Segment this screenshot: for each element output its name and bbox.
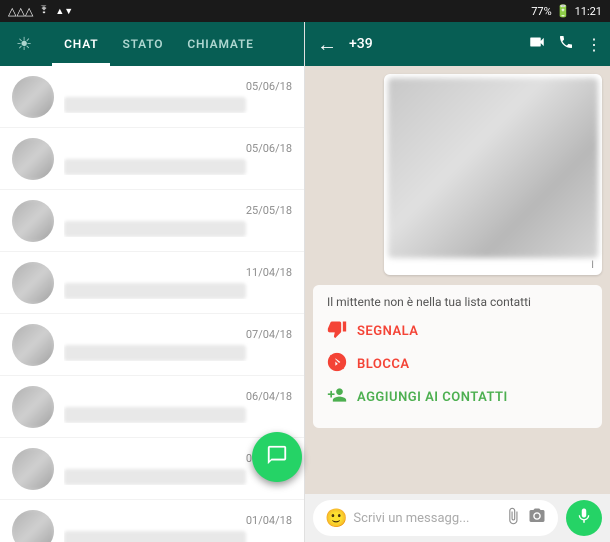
- mic-icon: [575, 507, 593, 530]
- chat-preview: [64, 531, 246, 542]
- chat-date: 11/04/18: [246, 266, 292, 279]
- chat-info: 05/06/18: [64, 142, 292, 175]
- chat-info: 25/05/18: [64, 204, 292, 237]
- chat-list-item[interactable]: 06/04/18: [0, 376, 304, 438]
- video-call-icon[interactable]: [528, 33, 546, 55]
- emoji-button[interactable]: 🙂: [325, 508, 347, 529]
- avatar: [12, 386, 54, 428]
- chat-list-item[interactable]: 05/06/18: [0, 128, 304, 190]
- new-chat-icon: [266, 444, 288, 471]
- avatar: [12, 138, 54, 180]
- time-display: 11:21: [575, 5, 602, 18]
- chat-preview: [64, 159, 246, 175]
- chat-info: 11/04/18: [64, 266, 292, 299]
- left-panel: ☀ CHAT STATO CHIAMATE 05/06/18: [0, 22, 305, 542]
- add-contact-icon: [327, 385, 347, 410]
- message-time: I: [388, 258, 598, 271]
- left-tabs: CHAT STATO CHIAMATE: [52, 22, 288, 66]
- wifi-icon: [37, 5, 51, 18]
- chat-info: 05/06/18: [64, 80, 292, 113]
- chat-date: 01/04/18: [246, 514, 292, 527]
- main-content: ☀ CHAT STATO CHIAMATE 05/06/18: [0, 22, 610, 542]
- battery-icon: 🔋: [556, 4, 571, 18]
- chat-date: 05/06/18: [246, 80, 292, 93]
- chat-info: 07/04/18: [64, 328, 292, 361]
- tab-chat[interactable]: CHAT: [52, 22, 110, 66]
- status-bar: △△△ ▲▼ 77% 🔋 11:21: [0, 0, 610, 22]
- mic-button[interactable]: [566, 500, 602, 536]
- back-button[interactable]: ←: [313, 28, 341, 61]
- chat-list-item[interactable]: 01/04/18: [0, 500, 304, 542]
- chat-name-row: 05/06/18: [64, 142, 292, 155]
- chat-list-item[interactable]: 07/04/18: [0, 314, 304, 376]
- chat-info: 01/04/18: [64, 514, 292, 542]
- chat-name-row: 07/04/18: [64, 328, 292, 341]
- chat-date: 05/06/18: [246, 142, 292, 155]
- unknown-notice-text: Il mittente non è nella tua lista contat…: [327, 295, 588, 309]
- chat-list-item[interactable]: 05/06/18: [0, 66, 304, 128]
- chat-info: 06/04/18: [64, 390, 292, 423]
- message-input-bar: 🙂 Scrivi un messagg...: [305, 494, 610, 542]
- contact-number[interactable]: +39: [349, 36, 520, 52]
- unknown-contact-notice: Il mittente non è nella tua lista contat…: [313, 285, 602, 428]
- chat-preview: [64, 221, 246, 237]
- chat-date: 06/04/18: [246, 390, 292, 403]
- chat-name-row: 06/04/18: [64, 390, 292, 403]
- topbar-icons: ⋮: [528, 33, 602, 55]
- image-message: I: [384, 74, 602, 275]
- block-icon: [327, 352, 347, 377]
- chat-preview: [64, 469, 246, 485]
- fab-container: [252, 432, 302, 482]
- message-input-field[interactable]: 🙂 Scrivi un messagg...: [313, 500, 558, 536]
- arrow-icon: ▲▼: [55, 6, 73, 17]
- chat-list-item[interactable]: 11/04/18: [0, 252, 304, 314]
- tab-chiamate[interactable]: CHIAMATE: [175, 22, 265, 66]
- block-label: BLOCCA: [357, 357, 410, 372]
- report-action[interactable]: SEGNALA: [327, 319, 588, 344]
- chat-preview: [64, 407, 246, 423]
- voice-call-icon[interactable]: [558, 34, 574, 54]
- chat-list-item[interactable]: 25/05/18: [0, 190, 304, 252]
- report-label: SEGNALA: [357, 324, 418, 339]
- block-action[interactable]: BLOCCA: [327, 352, 588, 377]
- status-left: △△△ ▲▼: [8, 5, 73, 18]
- tab-stato[interactable]: STATO: [110, 22, 175, 66]
- avatar: [12, 448, 54, 490]
- new-chat-fab[interactable]: [252, 432, 302, 482]
- right-panel: ← +39 ⋮ I: [305, 22, 610, 542]
- avatar: [12, 200, 54, 242]
- add-contact-label: AGGIUNGI AI CONTATTI: [357, 390, 508, 405]
- camera-icon[interactable]: ☀: [16, 34, 32, 55]
- left-topbar: ☀ CHAT STATO CHIAMATE: [0, 22, 304, 66]
- chat-area: I Il mittente non è nella tua lista cont…: [305, 66, 610, 494]
- chat-name-row: 01/04/18: [64, 514, 292, 527]
- add-contact-action[interactable]: AGGIUNGI AI CONTATTI: [327, 385, 588, 410]
- battery-percentage: 77%: [531, 5, 551, 18]
- chat-preview: [64, 345, 246, 361]
- chat-preview: [64, 97, 246, 113]
- report-icon: [327, 319, 347, 344]
- chat-name-row: 05/06/18: [64, 80, 292, 93]
- message-image: [388, 78, 598, 258]
- chat-date: 07/04/18: [246, 328, 292, 341]
- chat-name-row: 11/04/18: [64, 266, 292, 279]
- avatar: [12, 324, 54, 366]
- avatar: [12, 262, 54, 304]
- avatar: [12, 76, 54, 118]
- input-placeholder-text: Scrivi un messagg...: [353, 511, 498, 526]
- right-topbar: ← +39 ⋮: [305, 22, 610, 66]
- more-options-icon[interactable]: ⋮: [586, 35, 602, 54]
- chat-name-row: 25/05/18: [64, 204, 292, 217]
- signal-icon: △△△: [8, 5, 33, 18]
- avatar: [12, 510, 54, 542]
- status-right: 77% 🔋 11:21: [531, 4, 602, 18]
- chat-preview: [64, 283, 246, 299]
- camera-input-icon[interactable]: [528, 507, 546, 530]
- attachment-icon[interactable]: [504, 507, 522, 530]
- chat-date: 25/05/18: [246, 204, 292, 217]
